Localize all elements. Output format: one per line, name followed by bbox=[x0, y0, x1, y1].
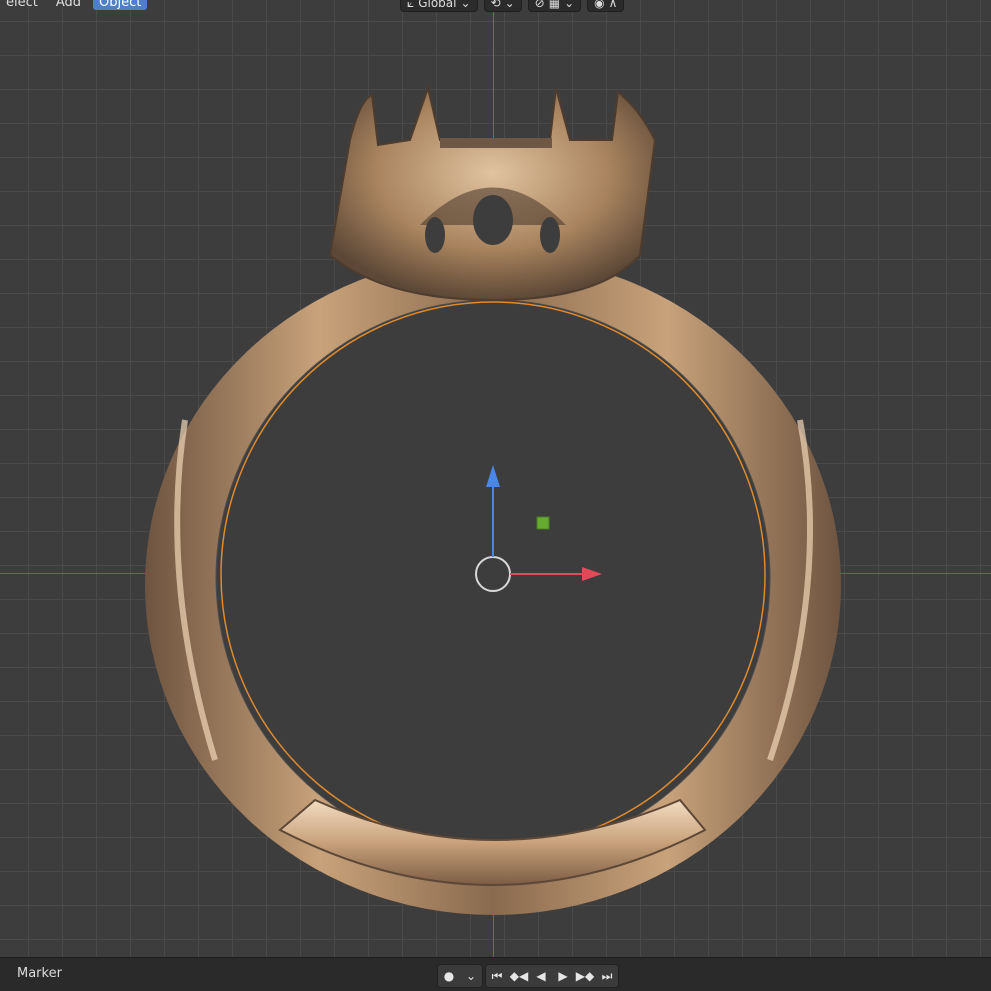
snap-grid-icon[interactable]: ▦ bbox=[549, 0, 560, 10]
ring-model[interactable] bbox=[0, 0, 991, 958]
pivot-icon: ⟲ bbox=[490, 0, 501, 10]
jump-end-icon[interactable]: ⏭ bbox=[596, 965, 618, 987]
add-menu[interactable]: Add bbox=[50, 0, 87, 10]
snap-group[interactable]: ⊘ ▦ ⌄ bbox=[527, 0, 582, 12]
select-menu[interactable]: elect bbox=[0, 0, 44, 10]
orientation-icon: ⟀ bbox=[407, 0, 415, 10]
chevron-down-icon[interactable]: ⌄ bbox=[460, 965, 482, 987]
timeline-footer: Marker ● ⌄ ⏮ ◆◀ ◀ ▶ ▶◆ ⏭ bbox=[0, 957, 991, 991]
jump-start-icon[interactable]: ⏮ bbox=[486, 965, 508, 987]
chevron-down-icon: ⌄ bbox=[504, 0, 515, 10]
proportional-edit-group[interactable]: ◉ ∧ bbox=[587, 0, 625, 12]
transport-group: ⏮ ◆◀ ◀ ▶ ▶◆ ⏭ bbox=[485, 964, 619, 988]
transform-orientation-dropdown[interactable]: ⟀ Global ⌄ bbox=[400, 0, 478, 12]
next-keyframe-icon[interactable]: ▶◆ bbox=[574, 965, 596, 987]
object-menu[interactable]: Object bbox=[93, 0, 148, 10]
pivot-point-dropdown[interactable]: ⟲ ⌄ bbox=[483, 0, 522, 12]
play-reverse-icon[interactable]: ◀ bbox=[530, 965, 552, 987]
magnet-icon[interactable]: ⊘ bbox=[535, 0, 545, 10]
header-tools: ⟀ Global ⌄ ⟲ ⌄ ⊘ ▦ ⌄ ◉ ∧ bbox=[400, 0, 625, 12]
marker-menu[interactable]: Marker bbox=[17, 966, 62, 981]
playback-controls: ● ⌄ ⏮ ◆◀ ◀ ▶ ▶◆ ⏭ bbox=[437, 964, 619, 988]
xy-plane-handle[interactable] bbox=[536, 516, 550, 530]
record-group: ● ⌄ bbox=[437, 964, 483, 988]
falloff-icon[interactable]: ∧ bbox=[609, 0, 618, 10]
3d-viewport[interactable]: elect Add Object ⟀ Global ⌄ ⟲ ⌄ ⊘ ▦ ⌄ ◉ … bbox=[0, 0, 991, 958]
chevron-down-icon: ⌄ bbox=[460, 0, 471, 10]
play-icon[interactable]: ▶ bbox=[552, 965, 574, 987]
prev-keyframe-icon[interactable]: ◆◀ bbox=[508, 965, 530, 987]
orientation-label: Global bbox=[418, 0, 457, 10]
proportional-edit-icon[interactable]: ◉ bbox=[594, 0, 604, 10]
chevron-down-icon: ⌄ bbox=[564, 0, 575, 10]
record-icon[interactable]: ● bbox=[438, 965, 460, 987]
header-menu: elect Add Object bbox=[0, 0, 148, 10]
